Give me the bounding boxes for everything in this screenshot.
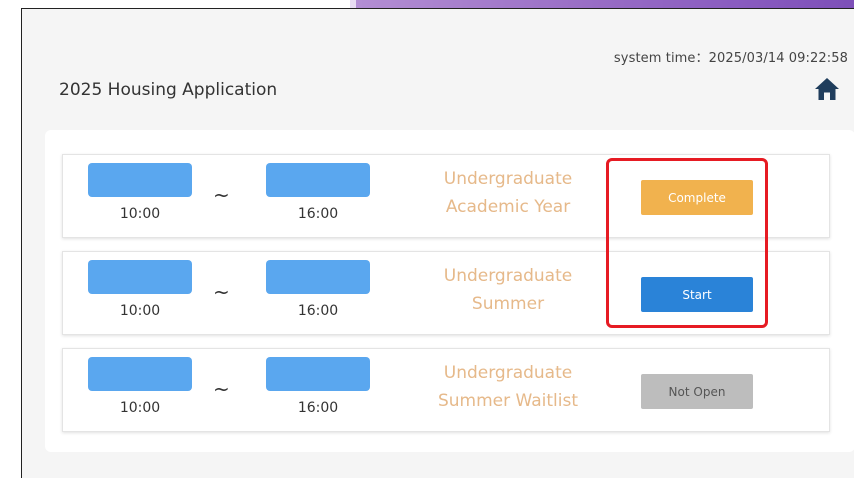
system-time-label: system time (613, 51, 696, 66)
program-name: Undergraduate Summer (413, 262, 603, 318)
redacted-end-date (266, 357, 370, 391)
program-name-line2: Summer (471, 294, 545, 314)
start-date: 10:00 (88, 163, 192, 231)
end-time: 16:00 (297, 400, 339, 416)
end-date: 16:00 (266, 260, 370, 328)
application-row-summer: 10:00 ~ 16:00 Undergraduate Summer Start (62, 251, 830, 335)
date-range-separator: ~ (213, 377, 230, 401)
program-name-line2: Summer Waitlist (437, 391, 579, 411)
program-name-line1: Undergraduate (443, 169, 573, 189)
redacted-end-date (266, 260, 370, 294)
start-button[interactable]: Start (641, 277, 753, 312)
start-time: 10:00 (119, 400, 161, 416)
end-date: 16:00 (266, 163, 370, 231)
system-time: system time：2025/03/14 09:22:58 (614, 47, 848, 66)
redacted-start-date (88, 163, 192, 197)
start-date: 10:00 (88, 260, 192, 328)
start-date: 10:00 (88, 357, 192, 425)
page-title: 2025 Housing Application (59, 80, 278, 100)
program-name: Undergraduate Academic Year (413, 165, 603, 221)
program-name-line1: Undergraduate (443, 363, 573, 383)
end-time: 16:00 (297, 303, 339, 319)
main-panel: system time：2025/03/14 09:22:58 2025 Hou… (21, 8, 854, 478)
start-time: 10:00 (119, 206, 161, 222)
system-time-separator: ： (695, 51, 709, 66)
redacted-start-date (88, 260, 192, 294)
application-list: 10:00 ~ 16:00 Undergraduate Academic Yea… (45, 130, 854, 452)
start-time: 10:00 (119, 303, 161, 319)
end-date: 16:00 (266, 357, 370, 425)
redacted-end-date (266, 163, 370, 197)
application-row-summer-waitlist: 10:00 ~ 16:00 Undergraduate Summer Waitl… (62, 348, 830, 432)
program-name-line2: Academic Year (445, 197, 571, 217)
home-icon[interactable] (814, 77, 840, 103)
redacted-start-date (88, 357, 192, 391)
program-name-line1: Undergraduate (443, 266, 573, 286)
date-range-separator: ~ (213, 280, 230, 304)
complete-button[interactable]: Complete (641, 180, 753, 215)
end-time: 16:00 (297, 206, 339, 222)
system-time-value: 2025/03/14 09:22:58 (708, 51, 848, 66)
date-range-separator: ~ (213, 183, 230, 207)
application-row-academic-year: 10:00 ~ 16:00 Undergraduate Academic Yea… (62, 154, 830, 238)
program-name: Undergraduate Summer Waitlist (413, 359, 603, 415)
not-open-button: Not Open (641, 374, 753, 409)
